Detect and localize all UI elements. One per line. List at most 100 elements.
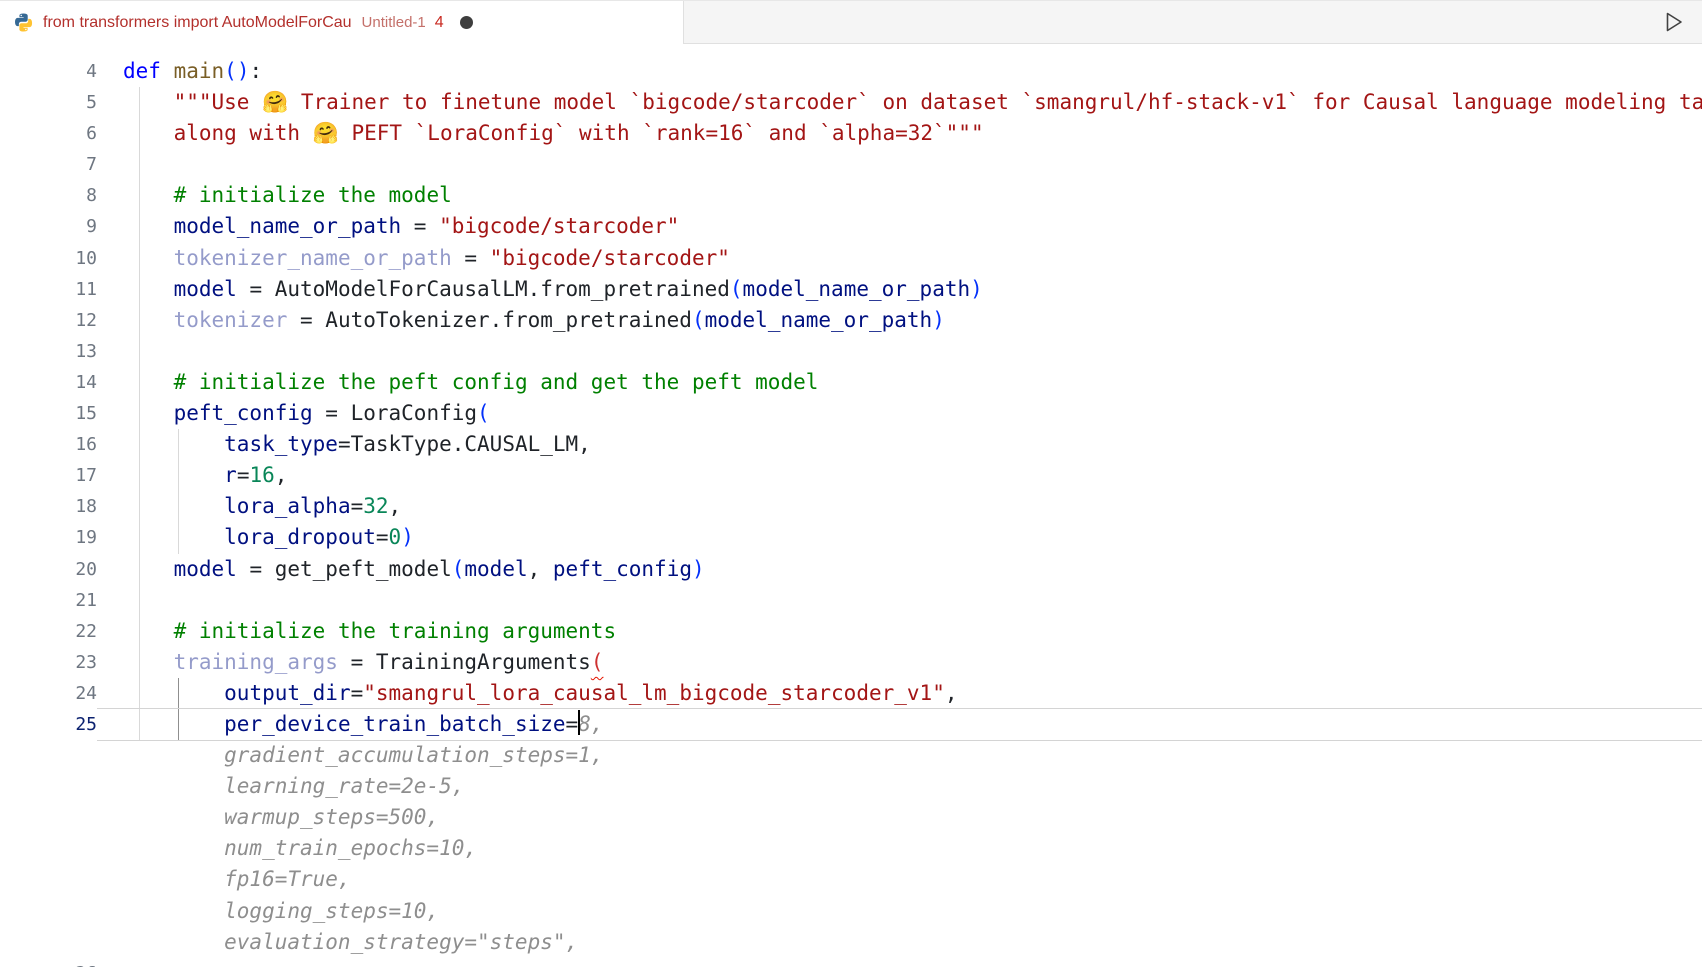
text-cursor (578, 710, 580, 735)
ghost-suggestion-line[interactable]: num_train_epochs=10, (123, 833, 1702, 864)
code-line[interactable] (123, 958, 1702, 967)
code-token: ( (591, 650, 604, 674)
code-token (123, 650, 174, 674)
modified-dot[interactable] (460, 16, 473, 29)
code-line[interactable] (123, 149, 1702, 180)
ghost-suggestion-line[interactable]: fp16=True, (123, 864, 1702, 895)
run-button[interactable] (1660, 9, 1686, 35)
code-line[interactable]: lora_alpha=32, (123, 491, 1702, 522)
line-number[interactable]: 4 (0, 56, 97, 87)
code-token: =TaskType.CAUSAL_LM, (338, 432, 591, 456)
line-number[interactable]: 23 (0, 647, 97, 678)
indent-guide (178, 522, 179, 553)
code-editor-pane: 45678910111213141516171819202122232425 26… (0, 44, 1702, 967)
code-line[interactable]: model_name_or_path = "bigcode/starcoder" (123, 211, 1702, 242)
code-token: # initialize the peft config and get the… (174, 370, 819, 394)
line-number[interactable]: 11 (0, 274, 97, 305)
indent-guide (139, 243, 140, 274)
line-number[interactable]: 8 (0, 180, 97, 211)
code-token: lora_dropout (224, 525, 376, 549)
code-token: ) (932, 308, 945, 332)
python-icon (13, 12, 34, 33)
line-number[interactable]: 5 (0, 87, 97, 118)
indent-guide (178, 460, 179, 491)
code-line[interactable] (123, 336, 1702, 367)
line-number[interactable]: 13 (0, 336, 97, 367)
code-line[interactable]: training_args = TrainingArguments( (123, 647, 1702, 678)
line-number[interactable]: 12 (0, 305, 97, 336)
code-line[interactable]: tokenizer = AutoTokenizer.from_pretraine… (123, 305, 1702, 336)
indent-guide (139, 554, 140, 585)
line-number (0, 802, 97, 833)
code-line[interactable]: output_dir="smangrul_lora_causal_lm_bigc… (123, 678, 1702, 709)
editor-tab[interactable]: from transformers import AutoModelForCau… (0, 1, 684, 44)
code-token: model_name_or_path (174, 214, 402, 238)
line-number[interactable]: 6 (0, 118, 97, 149)
code-line[interactable]: task_type=TaskType.CAUSAL_LM, (123, 429, 1702, 460)
code-line[interactable]: along with 🤗 PEFT `LoraConfig` with `ran… (123, 118, 1702, 149)
ghost-suggestion-line[interactable]: warmup_steps=500, (123, 802, 1702, 833)
code-token: "bigcode/starcoder" (439, 214, 679, 238)
code-token: per_device_train_batch_size (224, 712, 565, 736)
code-token: peft_config (174, 401, 313, 425)
code-token: tokenizer (174, 308, 288, 332)
indent-guide (139, 429, 140, 460)
indent-guide (139, 616, 140, 647)
code-token: num_train_epochs=10, (123, 836, 477, 860)
line-number[interactable]: 17 (0, 460, 97, 491)
code-token: def (123, 59, 161, 83)
code-token: model (174, 277, 237, 301)
line-number[interactable]: 9 (0, 211, 97, 242)
code-line[interactable]: lora_dropout=0) (123, 522, 1702, 553)
code-token: = AutoTokenizer.from_pretrained (287, 308, 692, 332)
line-number[interactable]: 15 (0, 398, 97, 429)
code-token: evaluation_strategy="steps", (123, 930, 578, 954)
code-line[interactable]: peft_config = LoraConfig( (123, 398, 1702, 429)
code-line[interactable]: # initialize the model (123, 180, 1702, 211)
line-number (0, 896, 97, 927)
line-number[interactable]: 7 (0, 149, 97, 180)
code-line[interactable]: # initialize the training arguments (123, 616, 1702, 647)
code-token: ( (452, 557, 465, 581)
line-number[interactable]: 20 (0, 554, 97, 585)
indent-guide (178, 709, 179, 740)
code-line[interactable]: # initialize the peft config and get the… (123, 367, 1702, 398)
line-number[interactable]: 26 (0, 958, 97, 967)
code-content: def main(): """Use 🤗 Trainer to finetune… (97, 44, 1702, 967)
ghost-suggestion-line[interactable]: gradient_accumulation_steps=1, (123, 740, 1702, 771)
code-line[interactable]: """Use 🤗 Trainer to finetune model `bigc… (123, 87, 1702, 118)
code-token: , (275, 463, 288, 487)
code-token: "smangrul_lora_causal_lm_bigcode_starcod… (363, 681, 945, 705)
code-line[interactable]: per_device_train_batch_size=8, (123, 709, 1702, 740)
indent-guide (178, 429, 179, 460)
indent-guide (139, 647, 140, 678)
line-number[interactable]: 21 (0, 585, 97, 616)
code-token: = (401, 214, 439, 238)
line-number[interactable]: 14 (0, 367, 97, 398)
line-number[interactable]: 25 (0, 709, 97, 740)
ghost-suggestion-line[interactable]: logging_steps=10, (123, 896, 1702, 927)
ghost-suggestion-line[interactable]: evaluation_strategy="steps", (123, 927, 1702, 958)
code-line[interactable]: def main(): (123, 56, 1702, 87)
code-token: = (351, 494, 364, 518)
code-token (123, 121, 174, 145)
code-token: output_dir (224, 681, 350, 705)
line-number[interactable]: 10 (0, 243, 97, 274)
code-token: ) (970, 277, 983, 301)
code-line[interactable]: r=16, (123, 460, 1702, 491)
code-line[interactable] (123, 585, 1702, 616)
code-line[interactable]: tokenizer_name_or_path = "bigcode/starco… (123, 243, 1702, 274)
indent-guide (139, 491, 140, 522)
line-number[interactable]: 24 (0, 678, 97, 709)
line-number[interactable]: 16 (0, 429, 97, 460)
code-token: : (249, 59, 262, 83)
code-line[interactable]: model = AutoModelForCausalLM.from_pretra… (123, 274, 1702, 305)
line-number[interactable]: 19 (0, 522, 97, 553)
line-number[interactable]: 22 (0, 616, 97, 647)
ghost-suggestion-line[interactable]: learning_rate=2e-5, (123, 771, 1702, 802)
code-line[interactable]: model = get_peft_model(model, peft_confi… (123, 554, 1702, 585)
code-token: learning_rate=2e-5, (123, 774, 464, 798)
line-number[interactable]: 18 (0, 491, 97, 522)
line-number (0, 740, 97, 771)
code-token: = TrainingArguments (338, 650, 591, 674)
